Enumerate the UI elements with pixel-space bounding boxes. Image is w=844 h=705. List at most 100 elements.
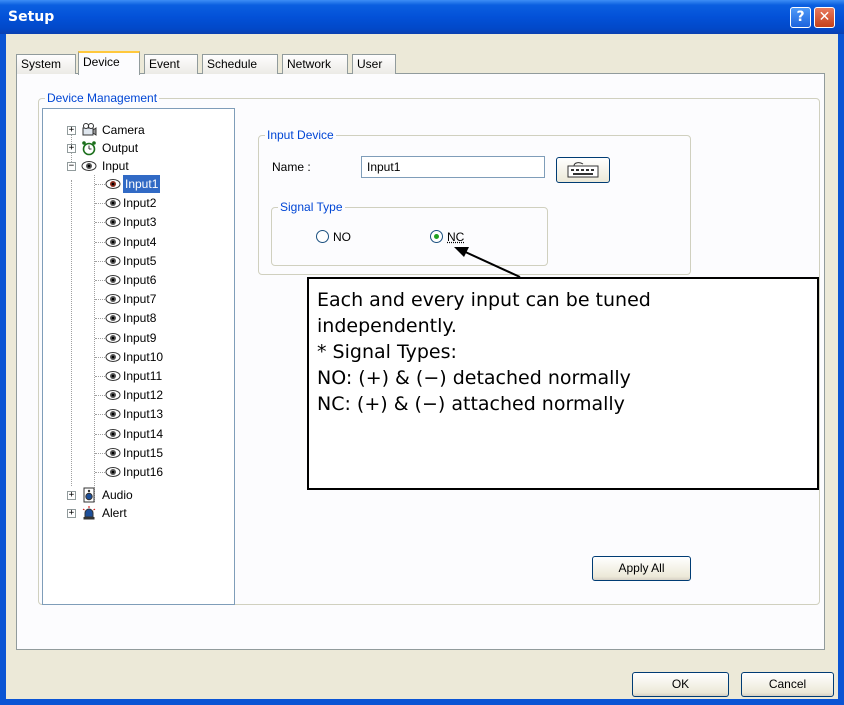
close-button[interactable]: ✕ xyxy=(814,7,835,28)
tree-label-input: Input16 xyxy=(123,465,164,479)
tree-connector xyxy=(95,260,105,262)
tree-label-input: Input5 xyxy=(123,253,157,268)
eye-icon xyxy=(105,351,121,362)
input-device-label: Input Device xyxy=(265,128,336,142)
tree-connector xyxy=(95,356,105,358)
cancel-button[interactable]: Cancel xyxy=(741,672,834,697)
question-mark-icon: ? xyxy=(796,9,805,25)
radio-no[interactable] xyxy=(316,230,329,243)
radio-nc[interactable] xyxy=(430,230,443,243)
eye-icon xyxy=(105,332,121,343)
signal-type-label: Signal Type xyxy=(278,200,345,214)
speaker-icon xyxy=(83,487,95,503)
tree-label-input: Input4 xyxy=(123,234,157,249)
tab-schedule[interactable]: Schedule xyxy=(202,54,278,74)
expand-icon[interactable]: + xyxy=(67,144,76,153)
tree-connector xyxy=(95,203,105,205)
eye-icon xyxy=(105,313,121,324)
tree-label-input: Input14 xyxy=(123,426,164,441)
radio-no-label: NO xyxy=(333,230,351,244)
help-button[interactable]: ? xyxy=(790,7,811,28)
eye-icon xyxy=(105,447,121,458)
window-frame-bottom xyxy=(0,699,844,705)
tree-label-input: Input12 xyxy=(123,388,164,403)
window-title: Setup xyxy=(8,9,55,25)
eye-icon xyxy=(105,428,121,439)
expand-icon[interactable]: + xyxy=(67,126,76,135)
signal-type-group: Signal Type xyxy=(271,200,548,266)
callout-line: NC: (+) & (−) attached normally xyxy=(317,393,625,415)
tree-connector xyxy=(95,184,105,185)
callout-line: * Signal Types: xyxy=(317,341,457,363)
eye-icon xyxy=(81,161,97,171)
siren-icon xyxy=(82,506,96,520)
window-frame-right xyxy=(838,34,844,705)
eye-icon xyxy=(105,390,121,401)
eye-icon xyxy=(105,217,121,228)
tree-label-input: Input9 xyxy=(123,330,157,345)
tree-label-input: Input7 xyxy=(123,292,157,307)
tree-connector xyxy=(95,414,105,416)
tab-system[interactable]: System xyxy=(16,54,76,74)
expand-icon[interactable]: + xyxy=(67,509,76,518)
tree-connector xyxy=(95,472,105,473)
tree-label-input: Input11 xyxy=(123,369,163,383)
eye-icon xyxy=(105,409,121,420)
tree-label-input: Input13 xyxy=(123,407,164,422)
expand-icon[interactable]: + xyxy=(67,491,76,500)
device-tree[interactable]: + Camera + Output − Input Input1 Input2 In… xyxy=(42,108,235,605)
tree-connector xyxy=(95,337,105,339)
keyboard-icon xyxy=(567,162,599,178)
tree-connector xyxy=(71,180,72,486)
tab-device[interactable]: Device xyxy=(78,51,140,75)
tree-connector xyxy=(95,241,105,243)
close-x-icon: ✕ xyxy=(818,9,831,25)
keyboard-button[interactable] xyxy=(556,157,610,183)
tree-connector xyxy=(95,318,105,320)
tree-connector xyxy=(95,299,105,301)
eye-icon xyxy=(105,236,121,247)
tree-label-audio: Audio xyxy=(102,488,133,502)
callout-line: independently. xyxy=(317,315,457,337)
tree-label-output: Output xyxy=(102,141,139,155)
collapse-icon[interactable]: − xyxy=(67,162,76,171)
eye-icon xyxy=(105,198,121,209)
tab-event[interactable]: Event xyxy=(144,54,198,74)
tree-label-input: Input8 xyxy=(123,311,157,326)
ok-button[interactable]: OK xyxy=(632,672,729,697)
tree-label-input: Input1 xyxy=(123,175,161,193)
title-bar: Setup ? ✕ xyxy=(0,0,844,34)
tab-network[interactable]: Network xyxy=(282,54,348,74)
alarm-clock-icon xyxy=(82,141,96,156)
tree-label-input: Input2 xyxy=(123,196,157,211)
name-label: Name : xyxy=(272,160,311,174)
eye-icon xyxy=(105,371,121,381)
radio-nc-label: NC xyxy=(447,230,465,244)
eye-icon xyxy=(105,467,121,477)
tree-connector xyxy=(95,280,105,281)
tree-label-alert: Alert xyxy=(102,506,127,520)
eye-icon xyxy=(105,294,121,305)
annotation-callout: Each and every input can be tuned indepe… xyxy=(307,277,819,490)
tree-connector xyxy=(95,395,105,397)
callout-line: NO: (+) & (−) detached normally xyxy=(317,367,631,389)
tree-label-input: Input3 xyxy=(123,215,157,230)
tree-connector xyxy=(95,433,105,435)
eye-icon xyxy=(105,275,121,285)
tab-user[interactable]: User xyxy=(352,54,396,74)
tree-connector xyxy=(95,222,105,224)
eye-icon xyxy=(105,179,121,189)
tree-label-input: Input xyxy=(102,159,129,173)
tree-connector xyxy=(95,452,105,454)
tree-connector xyxy=(95,376,105,377)
tree-label-camera: Camera xyxy=(102,123,145,137)
name-input[interactable]: Input1 xyxy=(361,156,545,178)
callout-line: Each and every input can be tuned xyxy=(317,289,651,311)
tree-label-input: Input15 xyxy=(123,445,164,460)
camera-icon xyxy=(82,123,97,136)
device-management-label: Device Management xyxy=(45,91,160,105)
tree-label-input: Input10 xyxy=(123,349,164,364)
eye-icon xyxy=(105,255,121,266)
apply-all-button[interactable]: Apply All xyxy=(592,556,691,581)
tree-label-input: Input6 xyxy=(123,273,157,287)
